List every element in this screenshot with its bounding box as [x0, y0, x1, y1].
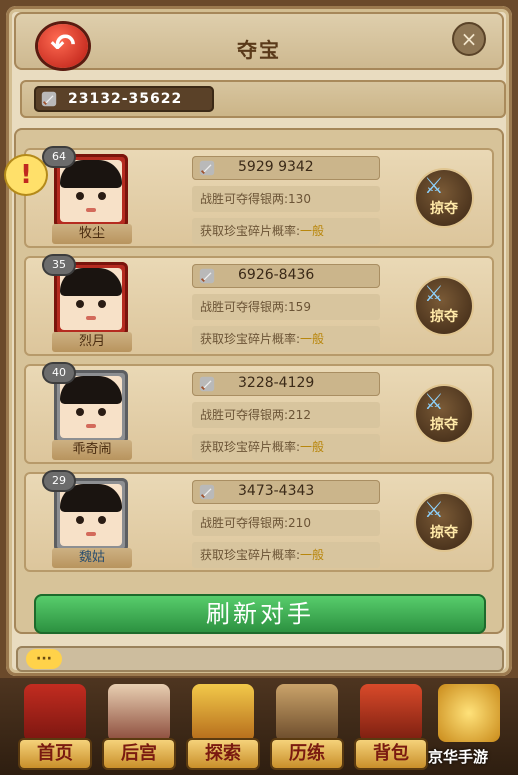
nav-label: 后宫 — [104, 740, 174, 768]
alert-icon[interactable]: ! — [6, 156, 46, 194]
silver-label: 战胜可夺得银两: — [200, 408, 289, 422]
chat-bar[interactable]: ··· — [16, 646, 504, 672]
opponent-card: 35 烈月 6926-8436 战胜可夺得银两:159 获取珍宝碎片概率:一般 … — [24, 256, 494, 356]
refresh-opponents-button[interactable]: 刷新对手 — [34, 594, 486, 634]
nav-item-explore[interactable]: 探索 — [182, 682, 264, 772]
power-range-box: 23132-35622 — [34, 86, 214, 112]
training-icon — [276, 684, 338, 742]
plunder-button[interactable]: ⚔ 掠夺 — [416, 494, 472, 550]
chat-bubble-icon[interactable]: ··· — [26, 649, 62, 669]
title-bar: ↶ 夺宝 × — [14, 12, 504, 70]
level-badge: 64 — [44, 148, 74, 166]
avatar-face — [60, 484, 122, 546]
nav-item-harem[interactable]: 后宫 — [98, 682, 180, 772]
level-badge: 35 — [44, 256, 74, 274]
explore-icon — [192, 684, 254, 742]
power-value: 3473-4343 — [238, 483, 315, 499]
plunder-label: 掠夺 — [430, 417, 458, 433]
plunder-label: 掠夺 — [430, 525, 458, 541]
nav-label: 探索 — [188, 740, 258, 768]
plunder-button[interactable]: ⚔ 掠夺 — [416, 386, 472, 442]
chance-line: 获取珍宝碎片概率:一般 — [192, 542, 380, 568]
opponent-power: 6926-8436 — [192, 264, 380, 288]
opponent-name: 牧尘 — [52, 224, 132, 244]
chance-line: 获取珍宝碎片概率:一般 — [192, 218, 380, 244]
opponent-name: 乖奇闹 — [52, 440, 132, 460]
crossed-swords-icon: ⚔ — [424, 498, 444, 523]
opponent-card: 29 魏姑 3473-4343 战胜可夺得银两:210 获取珍宝碎片概率:一般 … — [24, 472, 494, 572]
chance-value: 一般 — [300, 440, 325, 454]
crossed-swords-icon: ⚔ — [424, 282, 444, 307]
chance-line: 获取珍宝碎片概率:一般 — [192, 434, 380, 460]
app-frame: ↶ 夺宝 × 23132-35622 64 牧尘 5929 9342 战胜可夺得… — [0, 0, 518, 775]
power-value: 6926-8436 — [238, 267, 315, 283]
silver-value: 159 — [288, 300, 311, 314]
opponent-name: 魏姑 — [52, 548, 132, 568]
silver-line: 战胜可夺得银两:210 — [192, 510, 380, 536]
opponent-power: 3228-4129 — [192, 372, 380, 396]
treasure-icon — [438, 684, 500, 742]
silver-value: 210 — [288, 516, 311, 530]
chance-label: 获取珍宝碎片概率: — [200, 224, 301, 238]
silver-label: 战胜可夺得银两: — [200, 300, 289, 314]
power-value: 3228-4129 — [238, 375, 315, 391]
plunder-button[interactable]: ⚔ 掠夺 — [416, 278, 472, 334]
plunder-button[interactable]: ⚔ 掠夺 — [416, 170, 472, 226]
opponent-power: 3473-4343 — [192, 480, 380, 504]
silver-line: 战胜可夺得银两:130 — [192, 186, 380, 212]
nav-item-training[interactable]: 历练 — [266, 682, 348, 772]
chance-label: 获取珍宝碎片概率: — [200, 332, 301, 346]
power-value: 5929 9342 — [238, 159, 314, 175]
plunder-label: 掠夺 — [430, 201, 458, 217]
opponent-card: 64 牧尘 5929 9342 战胜可夺得银两:130 获取珍宝碎片概率:一般 … — [24, 148, 494, 248]
chance-value: 一般 — [300, 548, 325, 562]
bag-icon — [360, 684, 422, 742]
chance-value: 一般 — [300, 332, 325, 346]
sword-icon — [199, 268, 215, 284]
silver-value: 212 — [288, 408, 311, 422]
chance-value: 一般 — [300, 224, 325, 238]
silver-line: 战胜可夺得银两:212 — [192, 402, 380, 428]
silver-line: 战胜可夺得银两:159 — [192, 294, 380, 320]
opponent-power: 5929 9342 — [192, 156, 380, 180]
nav-label: 历练 — [272, 740, 342, 768]
power-range-text: 23132-35622 — [68, 91, 183, 107]
close-icon[interactable]: × — [452, 22, 486, 56]
chance-label: 获取珍宝碎片概率: — [200, 548, 301, 562]
avatar-face — [60, 376, 122, 438]
sword-icon — [199, 160, 215, 176]
palace-icon — [24, 684, 86, 742]
opponent-list: 64 牧尘 5929 9342 战胜可夺得银两:130 获取珍宝碎片概率:一般 … — [14, 128, 504, 634]
crossed-swords-icon: ⚔ — [424, 174, 444, 199]
nav-item-bag[interactable]: 背包 — [350, 682, 432, 772]
consort-icon — [108, 684, 170, 742]
crossed-swords-icon: ⚔ — [424, 390, 444, 415]
silver-label: 战胜可夺得银两: — [200, 516, 289, 530]
nav-label: 首页 — [20, 740, 90, 768]
chance-line: 获取珍宝碎片概率:一般 — [192, 326, 380, 352]
sword-icon — [41, 91, 57, 107]
silver-label: 战胜可夺得银两: — [200, 192, 289, 206]
nav-item-home[interactable]: 首页 — [14, 682, 96, 772]
silver-value: 130 — [288, 192, 311, 206]
level-badge: 29 — [44, 472, 74, 490]
nav-label: 背包 — [356, 740, 426, 768]
chance-label: 获取珍宝碎片概率: — [200, 440, 301, 454]
opponent-name: 烈月 — [52, 332, 132, 352]
avatar-face — [60, 160, 122, 222]
sword-icon — [199, 484, 215, 500]
power-range-bar: 23132-35622 — [20, 80, 506, 118]
plunder-label: 掠夺 — [430, 309, 458, 325]
opponent-card: 40 乖奇闹 3228-4129 战胜可夺得银两:212 获取珍宝碎片概率:一般… — [24, 364, 494, 464]
avatar-face — [60, 268, 122, 330]
level-badge: 40 — [44, 364, 74, 382]
watermark: 京华手游 — [428, 748, 489, 766]
sword-icon — [199, 376, 215, 392]
page-title: 夺宝 — [237, 38, 281, 62]
